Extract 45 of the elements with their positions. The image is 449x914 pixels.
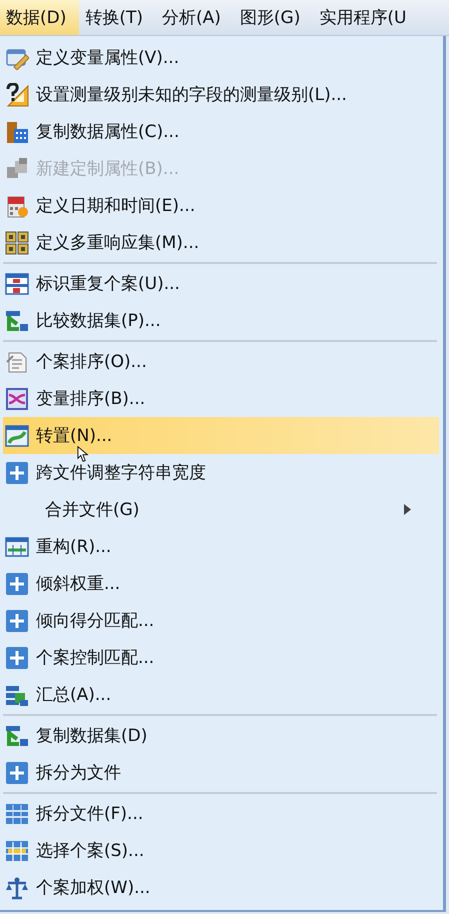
table-icon	[5, 802, 29, 826]
menu-bar-item[interactable]: 实用程序(U	[313, 0, 420, 35]
blocks-icon	[5, 156, 29, 180]
plus-icon	[5, 760, 29, 784]
calendar-icon	[5, 194, 29, 218]
table-icon	[5, 272, 29, 296]
book-icon	[5, 120, 29, 144]
swap-icon	[5, 386, 29, 410]
cursor-icon	[77, 446, 89, 462]
grid-icon	[5, 230, 29, 254]
menu-item[interactable]: 复制数据属性(C)...	[3, 113, 439, 150]
ruler-icon	[5, 82, 29, 106]
table-icon	[5, 838, 29, 862]
menu-item[interactable]: 比较数据集(P)...	[3, 302, 439, 339]
menu-item[interactable]: 倾向得分匹配...	[3, 602, 439, 639]
menu-bar-item[interactable]: 转换(T)	[79, 0, 156, 35]
menu-item[interactable]: 倾斜权重...	[3, 565, 439, 602]
table-icon	[5, 424, 29, 448]
menu-item[interactable]: 重构(R)...	[3, 528, 439, 565]
menu-item[interactable]: 个案加权(W)...	[3, 869, 439, 906]
menu-item[interactable]: 跨文件调整字符串宽度	[3, 454, 439, 491]
menu-item[interactable]: 选择个案(S)...	[3, 832, 439, 869]
menu-item[interactable]: 设置测量级别未知的字段的测量级别(L)...	[3, 76, 439, 113]
menu-item[interactable]: 定义变量属性(V)...	[3, 39, 439, 76]
menu-item[interactable]: 汇总(A)...	[3, 676, 439, 713]
menu-item[interactable]: 复制数据集(D)	[3, 717, 439, 754]
menu-item[interactable]: 拆分为文件	[3, 754, 439, 791]
document-icon	[5, 350, 29, 374]
menu-item[interactable]: 定义日期和时间(E)...	[3, 187, 439, 224]
scale-icon	[5, 876, 29, 900]
menu-item[interactable]: 个案排序(O)...	[3, 343, 439, 380]
menu-item[interactable]: 合并文件(G)	[3, 491, 439, 528]
menu-bar-item[interactable]: 图形(G)	[234, 0, 314, 35]
menu-bar-item[interactable]: 数据(D)	[0, 0, 80, 35]
menu-item[interactable]: 定义多重响应集(M)...	[3, 224, 439, 261]
menu-bar-item[interactable]: 分析(A)	[156, 0, 234, 35]
plus-icon	[5, 572, 29, 596]
plus-icon	[5, 460, 29, 484]
table-icon	[5, 534, 29, 558]
menu-item[interactable]: 个案控制匹配...	[3, 639, 439, 676]
menu-item[interactable]: 变量排序(B)...	[3, 380, 439, 417]
menu-item[interactable]: 标识重复个案(U)...	[3, 265, 439, 302]
plus-icon	[5, 646, 29, 670]
menu-item[interactable]: 拆分文件(F)...	[3, 795, 439, 832]
plus-icon	[5, 608, 29, 632]
